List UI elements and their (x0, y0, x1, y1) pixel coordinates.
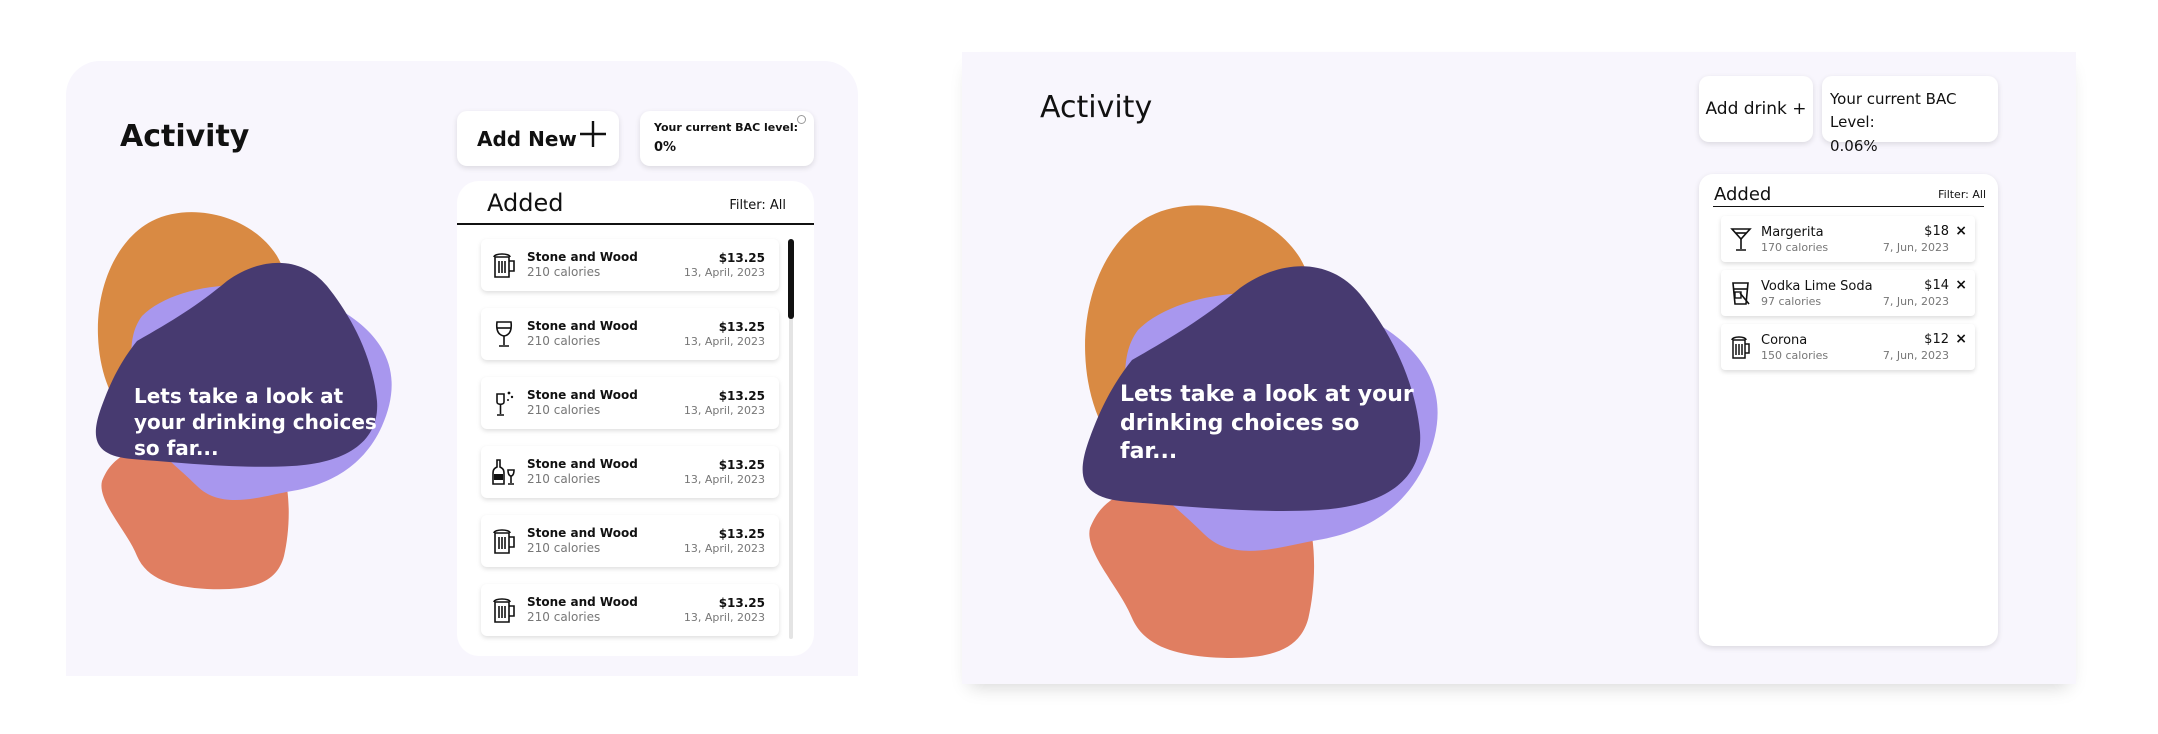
drink-name: Corona (1761, 333, 1808, 348)
beer-mug-icon (493, 529, 515, 554)
list-item[interactable]: Stone and Wood 210 calories $13.25 13, A… (481, 239, 779, 291)
added-drinks-panel: Added Filter: All Stone and Wood 210 cal… (457, 181, 814, 656)
drink-date: 13, April, 2023 (683, 611, 765, 624)
drink-date: 13, April, 2023 (683, 473, 765, 486)
info-icon[interactable] (797, 115, 806, 124)
cocktail-glass-icon (1730, 228, 1752, 251)
drink-date: 7, Jun, 2023 (1882, 241, 1949, 254)
bac-value: 0% (654, 140, 677, 155)
scrollbar-thumb[interactable] (788, 239, 794, 319)
drink-calories: 210 calories (527, 610, 601, 624)
drink-name: Stone and Wood (527, 388, 638, 402)
drink-calories: 150 calories (1761, 349, 1829, 362)
divider (457, 223, 814, 225)
bac-label: Your current BAC Level: (1830, 90, 1957, 132)
drink-calories: 170 calories (1761, 241, 1829, 254)
champagne-glass-icon (496, 391, 514, 416)
remove-button[interactable]: × (1955, 223, 1967, 239)
activity-screen-1: Activity Lets take a look at your drinki… (66, 61, 858, 676)
bac-label: Your current BAC level: (654, 121, 799, 134)
list-item[interactable]: Stone and Wood 210 calories $13.25 13, A… (481, 377, 779, 429)
bac-level-card: Your current BAC level: 0% (640, 111, 814, 166)
drink-price: $13.25 (718, 458, 765, 472)
beer-mug-icon (1731, 336, 1750, 359)
page-title: Activity (1040, 90, 1153, 125)
bac-level-card: Your current BAC Level: 0.06% (1822, 76, 1998, 155)
list-item[interactable]: Stone and Wood 210 calories $13.25 13, A… (481, 584, 779, 636)
page-title: Activity (120, 119, 250, 154)
drink-price: $14 (1924, 278, 1949, 293)
plus-icon (580, 121, 606, 147)
drink-name: Stone and Wood (527, 526, 638, 540)
drink-calories: 210 calories (527, 403, 601, 417)
list-item[interactable]: Stone and Wood 210 calories $13.25 13, A… (481, 515, 779, 567)
list-header: Added (1714, 184, 1772, 205)
beer-mug-icon (493, 253, 515, 278)
filter-dropdown[interactable]: Filter: All (729, 198, 786, 213)
highball-glass-icon (1732, 282, 1750, 305)
drink-calories: 210 calories (527, 334, 601, 348)
drink-calories: 210 calories (527, 265, 601, 279)
drink-calories: 210 calories (527, 541, 601, 555)
drink-date: 13, April, 2023 (683, 542, 765, 555)
remove-button[interactable]: × (1955, 277, 1967, 293)
filter-dropdown[interactable]: Filter: All (1938, 188, 1986, 201)
drink-name: Stone and Wood (527, 250, 638, 264)
wine-glass-icon (495, 321, 513, 347)
add-new-label: Add New (477, 126, 577, 151)
list-item[interactable]: Margerita 170 calories $18 7, Jun, 2023 … (1721, 216, 1975, 262)
list-header: Added (487, 189, 564, 217)
drink-name: Vodka Lime Soda (1761, 279, 1873, 294)
divider (1713, 206, 1984, 207)
drink-date: 13, April, 2023 (683, 266, 765, 279)
drink-price: $18 (1924, 224, 1949, 239)
drink-name: Stone and Wood (527, 457, 638, 471)
list-item[interactable]: Stone and Wood 210 calories $13.25 13, A… (481, 308, 779, 360)
drink-price: $13.25 (718, 389, 765, 403)
drink-price: $13.25 (718, 320, 765, 334)
activity-screen-2: Activity Lets take a look at your drinki… (962, 52, 2076, 684)
drink-calories: 97 calories (1761, 295, 1822, 308)
drink-name: Margerita (1761, 225, 1824, 240)
list-item[interactable]: Corona 150 calories $12 7, Jun, 2023 × (1721, 324, 1975, 370)
drink-price: $12 (1924, 332, 1949, 347)
drink-name: Stone and Wood (527, 595, 638, 609)
blob-caption: Lets take a look at your drinking choice… (1120, 382, 1414, 465)
drink-name: Stone and Wood (527, 319, 638, 333)
drink-price: $13.25 (718, 596, 765, 610)
drink-price: $13.25 (718, 527, 765, 541)
remove-button[interactable]: × (1955, 331, 1967, 347)
list-item[interactable]: Vodka Lime Soda 97 calories $14 7, Jun, … (1721, 270, 1975, 316)
drink-date: 13, April, 2023 (683, 404, 765, 417)
list-item[interactable]: Stone and Wood 210 calories $13.25 13, A… (481, 446, 779, 498)
beer-mug-icon (493, 598, 515, 623)
add-drink-button[interactable]: Add drink + (1699, 76, 1813, 142)
drink-price: $13.25 (718, 251, 765, 265)
wine-bottle-icon (492, 459, 515, 485)
added-drinks-panel: Added Filter: All Margerita 170 calories… (1699, 174, 1998, 646)
blob-caption: Lets take a look at your drinking choice… (134, 384, 377, 460)
drink-date: 7, Jun, 2023 (1882, 349, 1949, 362)
drink-calories: 210 calories (527, 472, 601, 486)
bac-value: 0.06% (1830, 136, 1878, 155)
drink-date: 7, Jun, 2023 (1882, 295, 1949, 308)
drink-date: 13, April, 2023 (683, 335, 765, 348)
add-new-button[interactable]: Add New (457, 111, 619, 166)
